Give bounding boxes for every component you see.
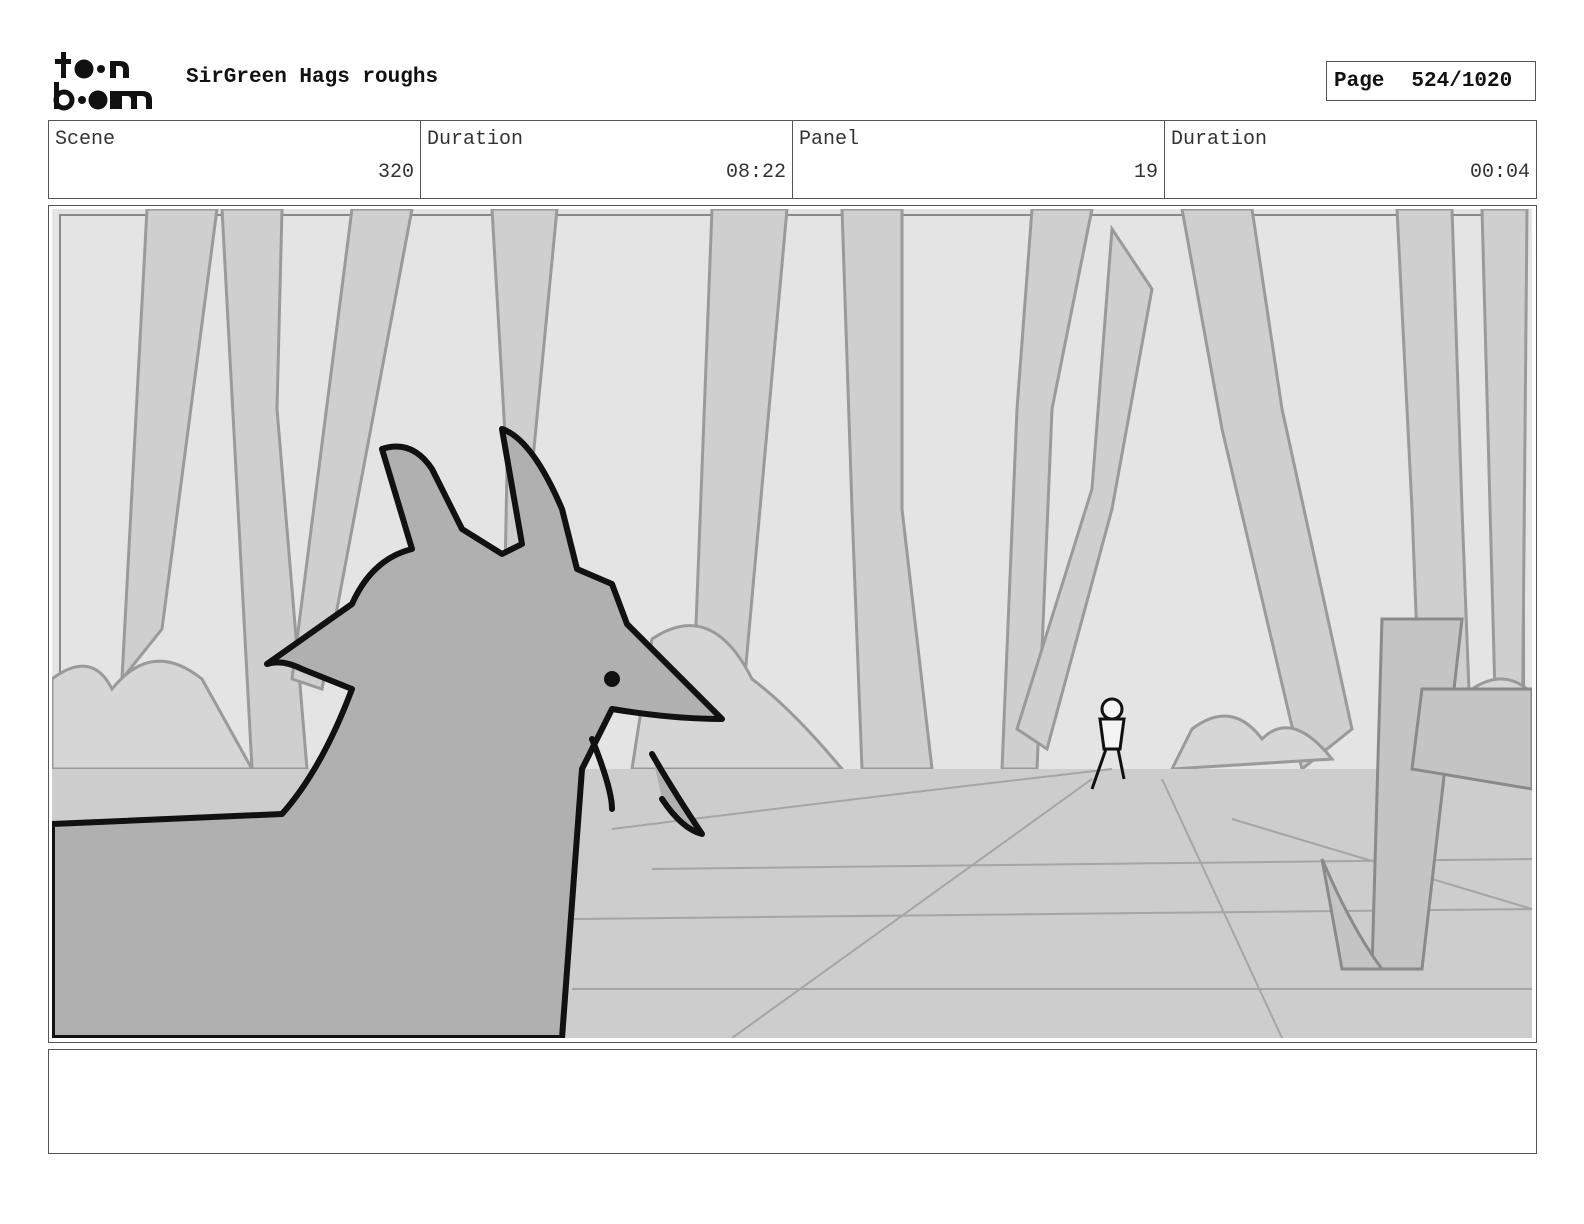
scene-cell: Scene 320 [49,121,421,198]
panel-cell: Panel 19 [793,121,1165,198]
scene-value: 320 [377,161,414,184]
scene-label: Scene [55,128,116,151]
panel-duration-value: 00:04 [1469,161,1530,184]
toonboom-logo [52,50,164,112]
project-title: SirGreen Hags roughs [186,66,439,89]
page-indicator: Page 524/1020 [1326,61,1536,101]
panel-label: Panel [799,128,860,151]
panel-duration-cell: Duration 00:04 [1165,121,1536,198]
page-label: Page [1334,69,1385,93]
panel-notes [48,1049,1537,1154]
panel-value: 19 [1133,161,1158,184]
scene-info-row: Scene 320 Duration 08:22 Panel 19 Durati… [48,120,1537,199]
storyboard-panel [48,205,1537,1043]
panel-duration-label: Duration [1171,128,1268,151]
scene-duration-cell: Duration 08:22 [421,121,793,198]
storyboard-sketch [52,209,1532,1038]
scene-duration-label: Duration [427,128,524,151]
page-value: 524/1020 [1411,69,1513,93]
scene-duration-value: 08:22 [725,161,786,184]
